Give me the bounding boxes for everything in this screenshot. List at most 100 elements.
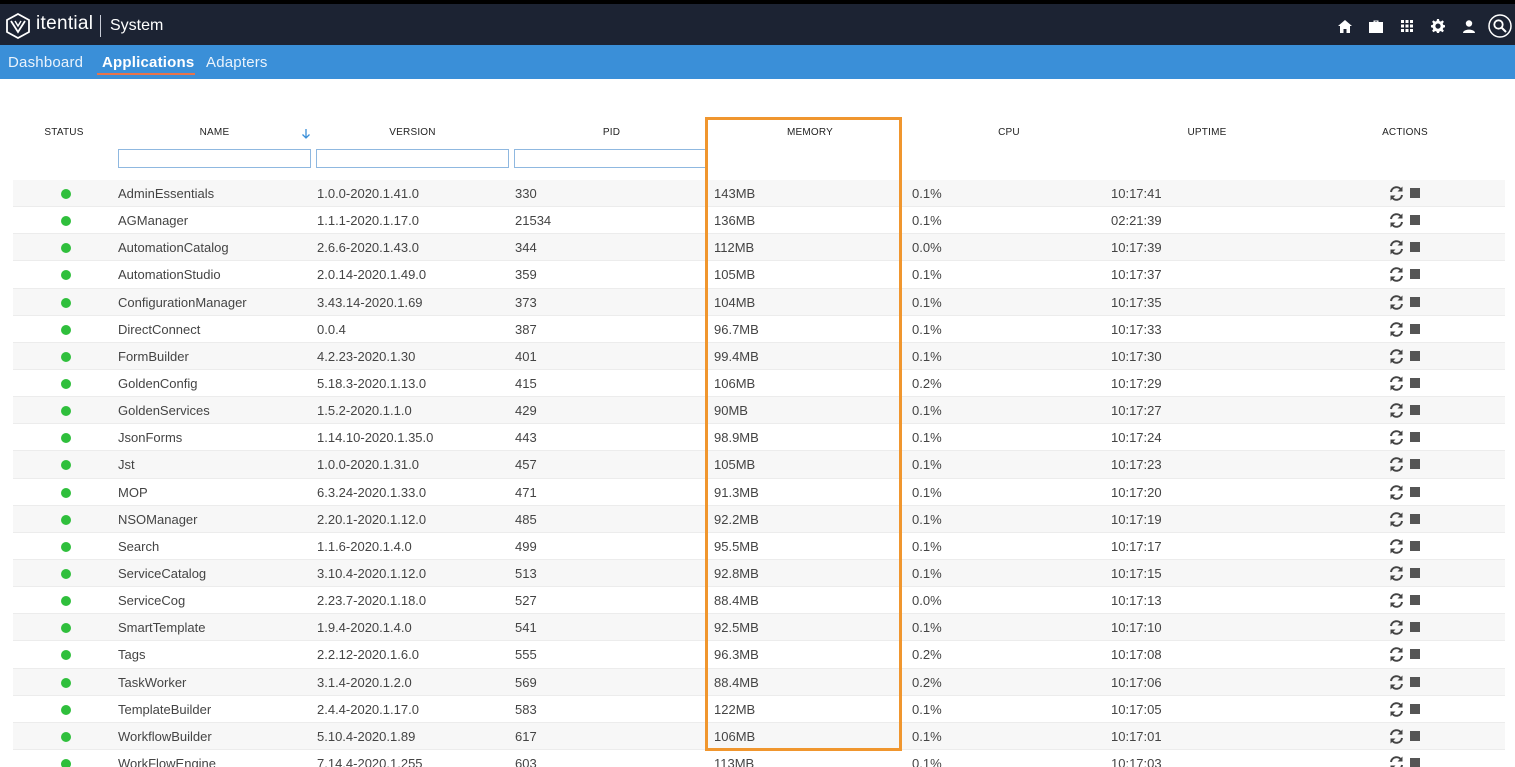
header-name[interactable]: NAME [118,127,311,138]
stop-icon[interactable] [1410,649,1420,660]
stop-icon[interactable] [1410,757,1420,767]
restart-icon[interactable] [1388,538,1405,555]
tab-applications[interactable]: Applications [102,54,194,71]
restart-icon[interactable] [1388,646,1405,663]
restart-icon[interactable] [1388,294,1405,311]
restart-icon[interactable] [1388,511,1405,528]
header-memory[interactable]: MEMORY [712,127,908,138]
restart-icon[interactable] [1388,674,1405,691]
tab-dashboard[interactable]: Dashboard [8,54,83,71]
home-icon[interactable] [1329,12,1360,40]
header-cpu[interactable]: CPU [910,127,1108,138]
search-icon[interactable] [1484,12,1515,40]
app-pid: 555 [515,647,537,663]
tab-adapters[interactable]: Adapters [206,54,268,71]
header-version[interactable]: VERSION [316,127,509,138]
header-status[interactable]: STATUS [14,127,114,138]
stop-icon[interactable] [1410,377,1420,388]
restart-icon[interactable] [1388,402,1405,419]
app-name[interactable]: AutomationStudio [118,267,221,282]
stop-icon[interactable] [1410,323,1420,334]
restart-icon[interactable] [1388,484,1405,501]
stop-icon[interactable] [1410,676,1420,687]
status-running-indicator [61,433,71,444]
restart-icon[interactable] [1388,755,1405,767]
restart-icon[interactable] [1388,429,1405,446]
restart-icon[interactable] [1388,728,1405,745]
name-filter-input[interactable] [118,149,311,168]
app-version: 2.6.6-2020.1.43.0 [317,240,419,256]
app-name[interactable]: Tags [118,647,145,662]
restart-icon[interactable] [1388,619,1405,636]
apps-grid-icon[interactable] [1391,12,1422,40]
stop-icon[interactable] [1410,595,1420,606]
stop-icon[interactable] [1410,730,1420,741]
app-name[interactable]: GoldenServices [118,403,210,418]
app-name[interactable]: DirectConnect [118,322,200,337]
app-memory: 143MB [714,186,756,201]
table-row: GoldenConfig 5.18.3-2020.1.13.0 415 106M… [13,369,1505,398]
restart-icon[interactable] [1388,239,1405,256]
restart-icon[interactable] [1388,456,1405,473]
stop-icon[interactable] [1410,188,1420,198]
app-uptime: 10:17:33 [1111,321,1162,337]
restart-icon[interactable] [1388,185,1405,202]
app-name[interactable]: WorkFlowEngine [118,756,216,767]
app-version: 2.0.14-2020.1.49.0 [317,267,427,283]
app-name[interactable]: Search [118,539,159,554]
app-name[interactable]: ServiceCog [118,593,185,608]
briefcase-icon[interactable] [1360,12,1391,40]
pid-filter-input[interactable] [514,149,707,168]
app-name[interactable]: TaskWorker [118,675,186,690]
stop-icon[interactable] [1410,513,1420,524]
app-name[interactable]: ConfigurationManager [118,295,247,310]
restart-icon[interactable] [1388,212,1405,229]
app-name[interactable]: ServiceCatalog [118,566,206,581]
top-icon-bar [1329,12,1515,40]
user-icon[interactable] [1453,12,1484,40]
stop-icon[interactable] [1410,459,1420,470]
stop-icon[interactable] [1410,703,1420,714]
restart-icon[interactable] [1388,375,1405,392]
app-name[interactable]: TemplateBuilder [118,702,211,717]
app-name[interactable]: FormBuilder [118,349,189,364]
app-name[interactable]: MOP [118,485,148,500]
stop-icon[interactable] [1410,242,1420,253]
stop-icon[interactable] [1410,486,1420,497]
app-name[interactable]: AutomationCatalog [118,240,229,255]
app-name[interactable]: SmartTemplate [118,620,205,635]
stop-icon[interactable] [1410,567,1420,578]
header-uptime[interactable]: UPTIME [1108,127,1306,138]
table-row: AutomationCatalog 2.6.6-2020.1.43.0 344 … [13,234,1505,262]
app-name[interactable]: Jst [118,457,135,472]
stop-icon[interactable] [1410,269,1420,280]
app-name[interactable]: JsonForms [118,430,182,445]
app-name[interactable]: AdminEssentials [118,186,214,201]
stop-icon[interactable] [1410,296,1420,307]
header-pid[interactable]: PID [514,127,709,138]
restart-icon[interactable] [1388,321,1405,338]
app-pid: 471 [515,484,537,500]
restart-icon[interactable] [1388,592,1405,609]
status-running-indicator [61,460,71,471]
status-running-indicator [61,324,71,335]
restart-icon[interactable] [1388,266,1405,283]
app-name[interactable]: AGManager [118,213,188,228]
app-memory: 88.4MB [714,593,759,609]
stop-icon[interactable] [1410,540,1420,551]
app-name[interactable]: WorkflowBuilder [118,729,212,744]
app-name[interactable]: NSOManager [118,512,197,527]
sort-down-icon[interactable] [300,128,312,140]
gear-icon[interactable] [1422,12,1453,40]
app-name[interactable]: GoldenConfig [118,376,198,391]
stop-icon[interactable] [1410,432,1420,443]
stop-icon[interactable] [1410,405,1420,416]
restart-icon[interactable] [1388,348,1405,365]
version-filter-input[interactable] [316,149,509,168]
stop-icon[interactable] [1410,350,1420,361]
stop-icon[interactable] [1410,215,1420,226]
table-row: DirectConnect 0.0.4 387 96.7MB 0.1% 10:1… [13,315,1505,343]
stop-icon[interactable] [1410,622,1420,633]
restart-icon[interactable] [1388,565,1405,582]
restart-icon[interactable] [1388,701,1405,718]
